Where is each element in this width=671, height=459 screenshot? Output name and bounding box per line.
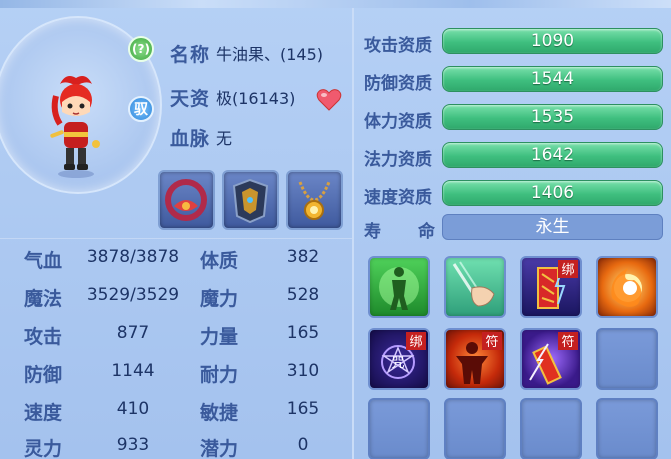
aptitude-label: 攻击资质 <box>364 36 432 56</box>
attr-value: 410 <box>116 399 150 419</box>
lifespan-label-b: 命 <box>418 222 435 242</box>
equipment-slot-collar[interactable] <box>158 170 215 230</box>
ride-badge[interactable]: 驭 <box>128 96 154 122</box>
attr-value: 165 <box>286 323 320 343</box>
aptitude-row: 体力资质 1535 <box>354 104 671 132</box>
skill-slot-7[interactable]: 符 <box>520 328 582 390</box>
attr-value: 3529/3529 <box>86 285 180 305</box>
aptitude-row: 防御资质 1544 <box>354 66 671 94</box>
bind-scroll-skill-icon: 绑 <box>537 260 578 309</box>
skill-3-badge: 绑 <box>561 263 574 278</box>
attr-label: 防御 <box>24 364 63 386</box>
lifespan-label-a: 寿 <box>364 222 381 242</box>
aptitude-bar: 1090 <box>442 28 663 54</box>
attr-value: 877 <box>116 323 150 343</box>
aptitude-label: 体力资质 <box>364 112 432 132</box>
attr-value: 165 <box>286 399 320 419</box>
equipment-slot-armor[interactable] <box>222 170 279 230</box>
bloodline-label: 血脉 <box>170 127 211 150</box>
hand-strike-skill-icon <box>452 261 495 307</box>
skill-slot-5[interactable]: 咒 绑 <box>368 328 430 390</box>
aptitude-row: 法力资质 1642 <box>354 142 671 170</box>
skill-5-glyph: 咒 <box>391 356 404 371</box>
skill-slot-8-empty[interactable] <box>596 328 658 390</box>
attr-value: 3878/3878 <box>86 247 180 267</box>
skill-slot-12-empty[interactable] <box>596 398 658 459</box>
aptitude-bar: 1535 <box>442 104 663 130</box>
pet-type-badge[interactable]: (?) <box>128 36 154 62</box>
attr-value: 310 <box>286 361 320 381</box>
talent-label: 天资 <box>170 87 211 110</box>
attr-value: 1144 <box>111 361 155 381</box>
aptitude-skill-section: 攻击资质 1090 防御资质 1544 体力资质 1535 法力资质 1642 … <box>352 8 671 459</box>
aptitude-bar: 1544 <box>442 66 663 92</box>
attr-label: 灵力 <box>24 438 63 459</box>
attr-row: 魔法 3529/3529 魔力 528 <box>0 278 352 316</box>
aptitude-row: 攻击资质 1090 <box>354 28 671 56</box>
section-divider <box>0 238 352 239</box>
attr-value: 0 <box>297 435 309 455</box>
talent-value: 极(16143) <box>216 89 296 108</box>
skill-slot-9-empty[interactable] <box>368 398 430 459</box>
skill-slot-11-empty[interactable] <box>520 398 582 459</box>
heart-icon[interactable] <box>316 88 342 112</box>
talent-row: 天资 极(16143) <box>170 82 295 112</box>
lifespan-row: 寿 命 永生 <box>354 214 671 242</box>
aptitude-label: 防御资质 <box>364 74 432 94</box>
attr-value: 933 <box>116 435 150 455</box>
attr-label: 攻击 <box>24 326 63 348</box>
attr-label: 魔力 <box>200 288 239 310</box>
skill-6-badge: 符 <box>485 334 498 350</box>
aptitude-bar: 1642 <box>442 142 663 168</box>
name-row: 名称 牛油果、(145) <box>170 38 323 68</box>
attr-row: 灵力 933 潜力 0 <box>0 428 352 459</box>
skill-7-badge: 符 <box>561 334 574 350</box>
attr-label: 潜力 <box>200 438 239 459</box>
collar-icon <box>165 179 207 221</box>
green-figure-skill-icon <box>379 267 419 310</box>
skill-5-badge: 绑 <box>409 335 422 350</box>
attr-row: 气血 3878/3878 体质 382 <box>0 240 352 278</box>
fireball-skill-icon <box>611 268 642 307</box>
red-figure-talisman-icon: 符 <box>456 332 502 384</box>
skill-slot-10-empty[interactable] <box>444 398 506 459</box>
aptitude-row: 速度资质 1406 <box>354 180 671 208</box>
pet-panel: (?) 驭 名称 牛油果、(145) 天资 极(16143) 血脉 无 气血 3… <box>0 0 671 459</box>
attr-label: 力量 <box>200 326 239 348</box>
skill-slot-6[interactable]: 符 <box>444 328 506 390</box>
armor-icon <box>232 178 269 224</box>
skill-slot-3[interactable]: 绑 <box>520 256 582 318</box>
top-decoration <box>0 0 671 8</box>
attr-label: 体质 <box>200 250 239 272</box>
necklace-icon <box>298 181 331 220</box>
pet-character-sprite[interactable] <box>46 72 106 180</box>
bloodline-value: 无 <box>216 129 233 148</box>
attr-value: 528 <box>286 285 320 305</box>
bloodline-row: 血脉 无 <box>170 122 232 152</box>
attr-label: 速度 <box>24 402 63 424</box>
skill-slot-2[interactable] <box>444 256 506 318</box>
lightning-talisman-icon: 符 <box>529 332 578 385</box>
aptitude-label: 法力资质 <box>364 150 432 170</box>
name-value: 牛油果、(145) <box>216 45 324 64</box>
name-label: 名称 <box>170 43 211 66</box>
attr-label: 魔法 <box>24 288 63 310</box>
attr-value: 382 <box>286 247 320 267</box>
curse-seal-skill-icon: 咒 绑 <box>381 332 426 379</box>
skill-slot-1[interactable] <box>368 256 430 318</box>
skill-slot-4[interactable] <box>596 256 658 318</box>
attr-label: 耐力 <box>200 364 239 386</box>
aptitude-label: 速度资质 <box>364 188 432 208</box>
aptitude-bar: 1406 <box>442 180 663 206</box>
attr-label: 敏捷 <box>200 402 239 424</box>
attr-row: 防御 1144 耐力 310 <box>0 354 352 392</box>
attr-label: 气血 <box>24 250 63 272</box>
pet-info-section: (?) 驭 名称 牛油果、(145) 天资 极(16143) 血脉 无 气血 3… <box>0 8 352 459</box>
equipment-slot-necklace[interactable] <box>286 170 343 230</box>
attr-row: 攻击 877 力量 165 <box>0 316 352 354</box>
attr-row: 速度 410 敏捷 165 <box>0 392 352 430</box>
lifespan-value: 永生 <box>442 214 663 240</box>
